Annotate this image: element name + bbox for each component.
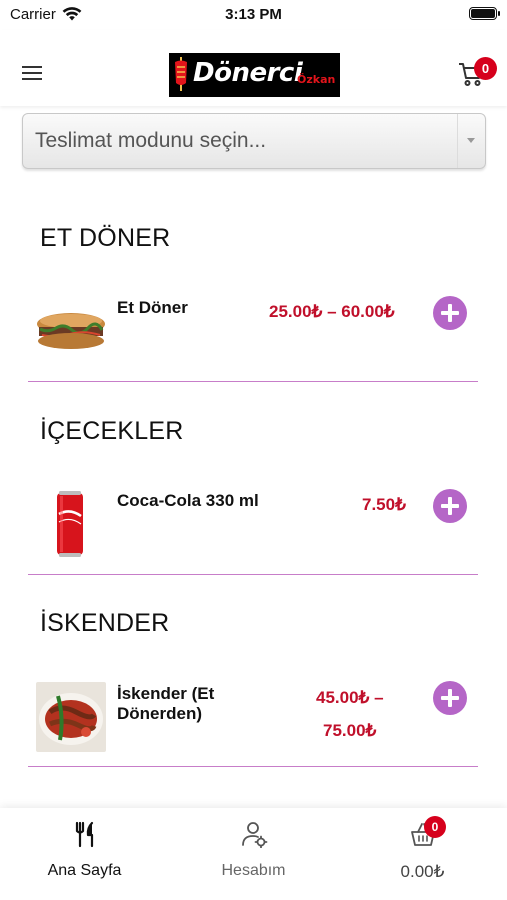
tab-home-label: Ana Sayfa bbox=[47, 862, 122, 879]
product-price-coca-cola: 7.50₺ bbox=[362, 495, 406, 514]
product-name-iskender[interactable]: İskender (Et Dönerden) bbox=[117, 684, 277, 724]
chevron-down-icon bbox=[467, 138, 475, 143]
tab-account[interactable]: Hesabım bbox=[169, 808, 338, 900]
product-price-iskender-max: 75.00₺ bbox=[323, 721, 377, 740]
add-coca-cola-button[interactable] bbox=[433, 489, 467, 523]
delivery-mode-select[interactable]: Teslimat modunu seçin... bbox=[22, 113, 486, 169]
app-header: Dönerci Özkan 0 bbox=[0, 30, 507, 106]
iskender-image[interactable] bbox=[36, 682, 106, 752]
delivery-mode-placeholder: Teslimat modunu seçin... bbox=[35, 129, 267, 152]
add-et-doner-button[interactable] bbox=[433, 296, 467, 330]
logo-text: Dönerci bbox=[193, 58, 303, 88]
section-title-et-doner: ET DÖNER bbox=[40, 224, 171, 252]
product-name-et-doner[interactable]: Et Döner bbox=[117, 298, 277, 318]
product-price-et-doner: 25.00₺ – 60.00₺ bbox=[269, 302, 395, 321]
logo-subtext: Özkan bbox=[297, 73, 336, 86]
tab-account-label: Hesabım bbox=[221, 862, 286, 879]
status-time: 3:13 PM bbox=[225, 6, 282, 23]
product-price-iskender: 45.00₺ – bbox=[316, 688, 384, 707]
section-divider bbox=[28, 766, 478, 767]
hamburger-icon-line bbox=[22, 72, 42, 74]
fork-knife-icon bbox=[75, 821, 94, 848]
status-bar: Carrier 3:13 PM bbox=[0, 0, 507, 30]
section-divider bbox=[28, 574, 478, 575]
basket-count-badge: 0 bbox=[424, 816, 446, 838]
tab-basket[interactable]: 0.00₺ bbox=[338, 808, 507, 900]
dropdown-toggle[interactable] bbox=[457, 114, 485, 168]
brand-logo[interactable]: Dönerci Özkan bbox=[169, 53, 340, 97]
et-doner-image[interactable] bbox=[36, 297, 106, 367]
basket-total: 0.00₺ bbox=[400, 862, 445, 881]
coca-cola-image[interactable] bbox=[36, 490, 106, 560]
section-title-icecekler: İÇECEKLER bbox=[40, 417, 184, 445]
tab-home[interactable]: Ana Sayfa bbox=[0, 808, 169, 900]
add-iskender-button[interactable] bbox=[433, 681, 467, 715]
cart-count-badge: 0 bbox=[474, 57, 497, 80]
hamburger-icon-line bbox=[22, 78, 42, 80]
hamburger-menu-button[interactable] bbox=[22, 66, 42, 80]
battery-icon bbox=[469, 7, 500, 20]
user-settings-icon bbox=[242, 822, 268, 848]
doner-spit-icon bbox=[175, 57, 187, 91]
section-title-iskender: İSKENDER bbox=[40, 609, 170, 637]
section-divider bbox=[28, 381, 478, 382]
product-name-coca-cola[interactable]: Coca-Cola 330 ml bbox=[117, 491, 277, 511]
hamburger-icon-line bbox=[22, 66, 42, 68]
